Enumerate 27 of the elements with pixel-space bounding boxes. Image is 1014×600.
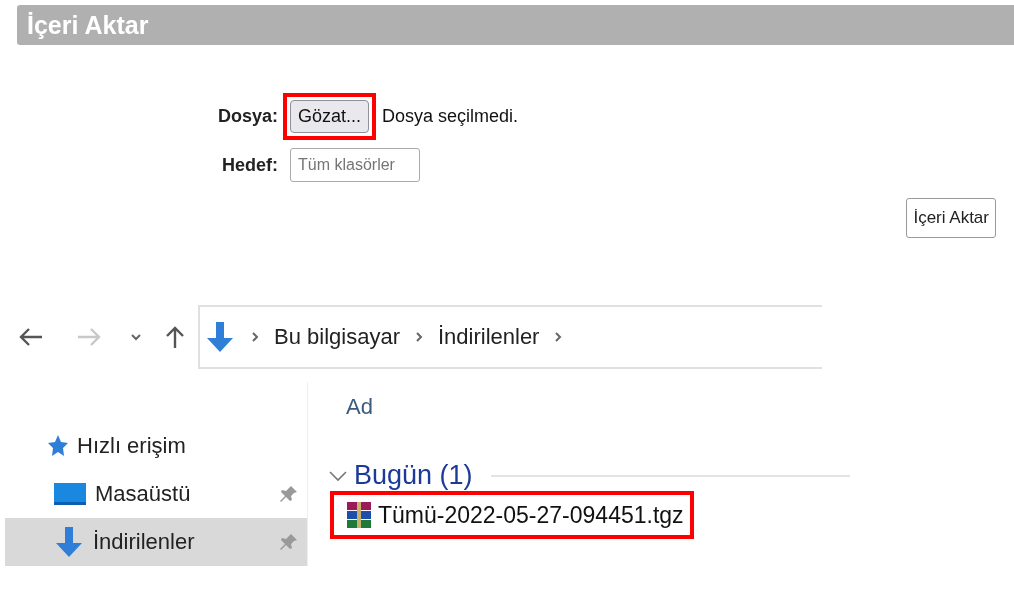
file-status: Dosya seçilmedi. (382, 106, 519, 127)
sidebar-item[interactable]: Masaüstü (5, 470, 307, 518)
sidebar-item[interactable]: İndirilenler (5, 518, 307, 566)
chevron-icon (553, 330, 564, 344)
download-icon (53, 525, 85, 559)
browse-button[interactable]: Gözat... (290, 100, 370, 133)
breadcrumb-item[interactable]: İndirilenler (437, 324, 540, 350)
up-button[interactable] (164, 325, 186, 349)
sidebar-item[interactable]: Hızlı erişim (5, 422, 307, 470)
group-header[interactable]: Bugün (1) (354, 460, 473, 491)
chevron-icon (413, 330, 424, 344)
column-header[interactable]: Ad (346, 394, 850, 420)
import-button[interactable]: İçeri Aktar (906, 198, 996, 238)
file-row[interactable]: Tümü-2022-05-27-094451.tgz (330, 491, 694, 539)
chevron-icon[interactable] (328, 468, 348, 483)
chevron-icon (250, 330, 260, 344)
panel-title: İçeri Aktar (27, 10, 149, 40)
address-bar[interactable]: Bu bilgisayar İndirilenler (198, 305, 822, 369)
breadcrumb-item[interactable]: Bu bilgisayar (274, 324, 400, 350)
back-button[interactable] (18, 327, 44, 347)
recent-dropdown[interactable] (130, 333, 142, 341)
desktop-icon (53, 482, 87, 506)
download-icon (204, 320, 236, 354)
archive-icon (344, 499, 374, 531)
field-label: Dosya: (218, 106, 279, 127)
field-label: Hedef: (221, 154, 279, 176)
target-field[interactable]: Tüm klasörler (290, 148, 421, 182)
